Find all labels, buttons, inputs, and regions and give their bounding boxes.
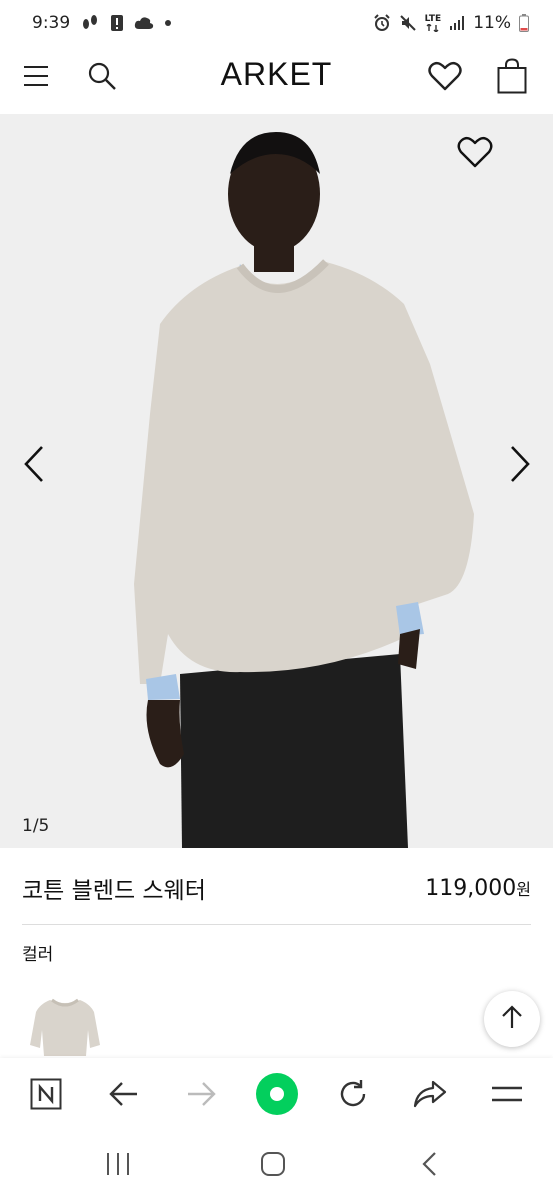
reload-icon <box>337 1078 369 1114</box>
step-counter-icon <box>80 14 100 32</box>
product-image-carousel[interactable]: 1/5 <box>0 114 553 848</box>
recents-button[interactable] <box>96 1148 140 1184</box>
chevron-left-icon <box>23 445 45 487</box>
system-back-button[interactable] <box>408 1148 452 1184</box>
alarm-icon <box>373 14 391 32</box>
carousel-prev-button[interactable] <box>14 444 54 488</box>
product-name: 코튼 블렌드 스웨터 <box>22 878 206 904</box>
signal-icon <box>449 15 465 31</box>
more-menu-button[interactable] <box>483 1072 531 1120</box>
home-icon <box>260 1151 286 1181</box>
naver-icon <box>30 1078 62 1114</box>
green-dot-button[interactable] <box>253 1072 301 1120</box>
slide-counter: 1/5 <box>22 816 50 836</box>
app-header: ARKET <box>0 46 553 114</box>
browser-toolbar <box>0 1058 553 1134</box>
green-dot-icon <box>255 1072 299 1120</box>
back-icon <box>421 1151 439 1181</box>
system-nav-bar <box>0 1134 553 1200</box>
price-value: 119,000 <box>425 875 517 901</box>
heart-icon <box>457 136 493 172</box>
divider <box>22 924 531 925</box>
dot-icon <box>164 19 172 27</box>
lte-icon: LTE <box>424 13 442 32</box>
mute-icon <box>399 14 417 32</box>
more-icon <box>491 1084 523 1108</box>
cart-button[interactable] <box>492 56 532 100</box>
battery-percent: 11% <box>473 13 511 33</box>
network-label: LTE <box>424 13 442 24</box>
product-wishlist-button[interactable] <box>455 134 495 174</box>
cloud-icon <box>134 16 154 30</box>
status-bar: 9:39 LTE 11% <box>0 0 553 46</box>
reload-button[interactable] <box>329 1072 377 1120</box>
heart-icon <box>428 61 462 95</box>
product-title-row: 코튼 블렌드 스웨터 119,000원 <box>22 866 531 910</box>
home-button[interactable] <box>251 1148 295 1184</box>
carousel-next-button[interactable] <box>500 444 540 488</box>
alert-icon <box>110 14 124 32</box>
color-swatch-thumbnail[interactable] <box>28 990 102 1060</box>
wishlist-button[interactable] <box>424 58 466 98</box>
arrow-up-icon <box>501 1004 523 1034</box>
browser-forward-button[interactable] <box>177 1072 225 1120</box>
chevron-right-icon <box>509 445 531 487</box>
forward-icon <box>186 1081 216 1111</box>
share-button[interactable] <box>406 1072 454 1120</box>
bag-icon <box>497 58 527 98</box>
color-label: 컬러 <box>22 945 54 965</box>
back-icon <box>109 1081 139 1111</box>
recents-icon <box>105 1152 131 1180</box>
naver-home-button[interactable] <box>22 1072 70 1120</box>
browser-back-button[interactable] <box>100 1072 148 1120</box>
battery-icon <box>519 14 529 32</box>
brand-logo[interactable]: ARKET <box>0 56 553 93</box>
status-time: 9:39 <box>32 13 71 33</box>
product-price: 119,000원 <box>425 876 531 901</box>
product-photo <box>0 114 553 848</box>
price-currency: 원 <box>516 879 531 899</box>
scroll-to-top-button[interactable] <box>484 991 540 1047</box>
share-icon <box>413 1079 447 1113</box>
